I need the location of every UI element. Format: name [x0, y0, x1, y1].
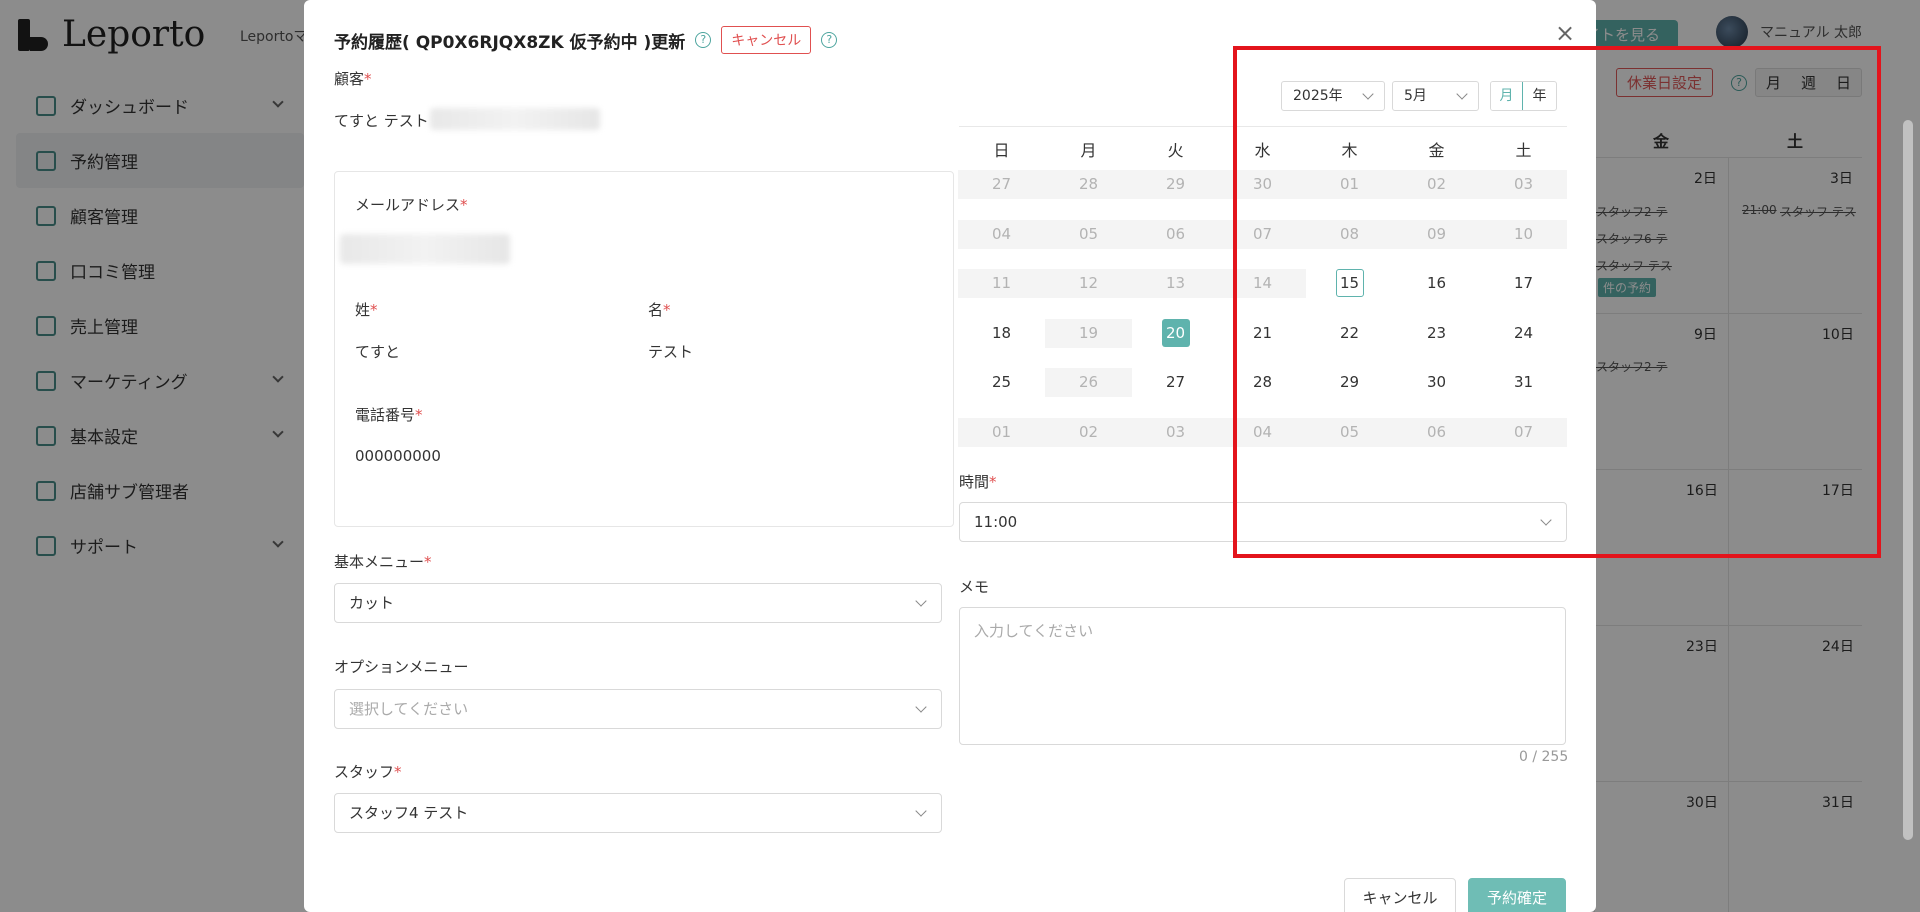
page-scrollbar[interactable]	[1903, 120, 1913, 840]
chevron-down-icon	[915, 595, 927, 607]
date-number: 11	[991, 274, 1012, 292]
last-name-value: てすと	[355, 343, 401, 361]
phone-label: 電話番号*	[355, 406, 423, 424]
date-cell: 11	[958, 269, 1045, 298]
option-menu-select[interactable]: 選択してください	[334, 689, 942, 729]
redacted-text	[430, 108, 600, 130]
date-cell[interactable]: 25	[958, 368, 1045, 397]
modal-title-text: 予約履歴( QP0X6RJQX8ZK 仮予約中 )更新	[334, 32, 686, 53]
date-number: 19	[1078, 324, 1099, 342]
highlight-box	[1233, 46, 1881, 558]
date-cell: 05	[1045, 220, 1132, 249]
staff-value: スタッフ4 テスト	[349, 804, 469, 822]
date-cell: 04	[958, 220, 1045, 249]
redacted-email	[340, 234, 510, 264]
date-number: 25	[991, 373, 1012, 391]
modal-title: 予約履歴( QP0X6RJQX8ZK 仮予約中 )更新 ? キャンセル ?	[334, 26, 838, 54]
staff-select[interactable]: スタッフ4 テスト	[334, 793, 942, 833]
date-cell: 01	[958, 418, 1045, 447]
option-menu-placeholder: 選択してください	[349, 700, 469, 718]
option-menu-label: オプションメニュー	[334, 658, 469, 676]
date-number: 03	[1165, 423, 1186, 441]
weekday-label: 火	[1167, 141, 1184, 160]
date-cell: 29	[1132, 170, 1219, 199]
base-menu-label: 基本メニュー*	[334, 553, 432, 571]
date-cell: 02	[1045, 418, 1132, 447]
date-cell-selected[interactable]: 20	[1132, 319, 1219, 348]
staff-label: スタッフ*	[334, 763, 402, 781]
phone-value: 000000000	[355, 447, 441, 465]
email-label: メールアドレス*	[355, 196, 468, 214]
chevron-down-icon	[915, 701, 927, 713]
customer-label: 顧客*	[334, 70, 372, 88]
cancel-button[interactable]: キャンセル	[1344, 878, 1456, 912]
date-number: 27	[1165, 373, 1186, 391]
reservation-edit-modal: 予約履歴( QP0X6RJQX8ZK 仮予約中 )更新 ? キャンセル ? × …	[304, 0, 1881, 912]
date-number: 06	[1165, 225, 1186, 243]
help-icon[interactable]: ?	[821, 32, 838, 48]
first-name-value: テスト	[648, 343, 694, 361]
time-value: 11:00	[974, 513, 1018, 531]
date-cell: 13	[1132, 269, 1219, 298]
date-cell: 26	[1045, 368, 1132, 397]
customer-details-box	[334, 171, 954, 527]
close-icon[interactable]: ×	[1554, 21, 1576, 45]
memo-placeholder: 入力してください	[974, 622, 1094, 640]
date-number: 13	[1165, 274, 1186, 292]
weekday-label: 月	[1080, 141, 1097, 160]
base-menu-select[interactable]: カット	[334, 583, 942, 623]
memo-textarea[interactable]: 入力してください	[959, 607, 1566, 745]
confirm-reservation-button[interactable]: 予約確定	[1468, 878, 1566, 912]
date-cell: 03	[1132, 418, 1219, 447]
first-name-label: 名*	[648, 301, 671, 319]
cancel-status-tag[interactable]: キャンセル	[721, 26, 812, 54]
date-number: 29	[1165, 175, 1186, 193]
date-cell[interactable]: 27	[1132, 368, 1219, 397]
time-label: 時間*	[959, 473, 997, 491]
weekday-label: 日	[993, 141, 1010, 160]
date-number: 05	[1078, 225, 1099, 243]
date-cell: 27	[958, 170, 1045, 199]
date-number: 12	[1078, 274, 1099, 292]
date-number: 28	[1078, 175, 1099, 193]
date-cell: 28	[1045, 170, 1132, 199]
date-cell[interactable]: 18	[958, 319, 1045, 348]
date-number: 02	[1078, 423, 1099, 441]
date-number: 27	[991, 175, 1012, 193]
memo-label: メモ	[959, 578, 990, 596]
memo-char-count: 0 / 255	[1519, 749, 1569, 765]
date-cell: 12	[1045, 269, 1132, 298]
date-number: 20	[1161, 319, 1190, 347]
customer-value: てすと テスト	[334, 112, 429, 130]
base-menu-value: カット	[349, 594, 395, 612]
last-name-label: 姓*	[355, 301, 378, 319]
date-number: 04	[991, 225, 1012, 243]
date-cell: 19	[1045, 319, 1132, 348]
help-icon[interactable]: ?	[695, 32, 712, 48]
chevron-down-icon	[915, 805, 927, 817]
date-cell: 06	[1132, 220, 1219, 249]
date-number: 01	[991, 423, 1012, 441]
date-number: 26	[1078, 373, 1099, 391]
date-number: 18	[991, 324, 1012, 342]
